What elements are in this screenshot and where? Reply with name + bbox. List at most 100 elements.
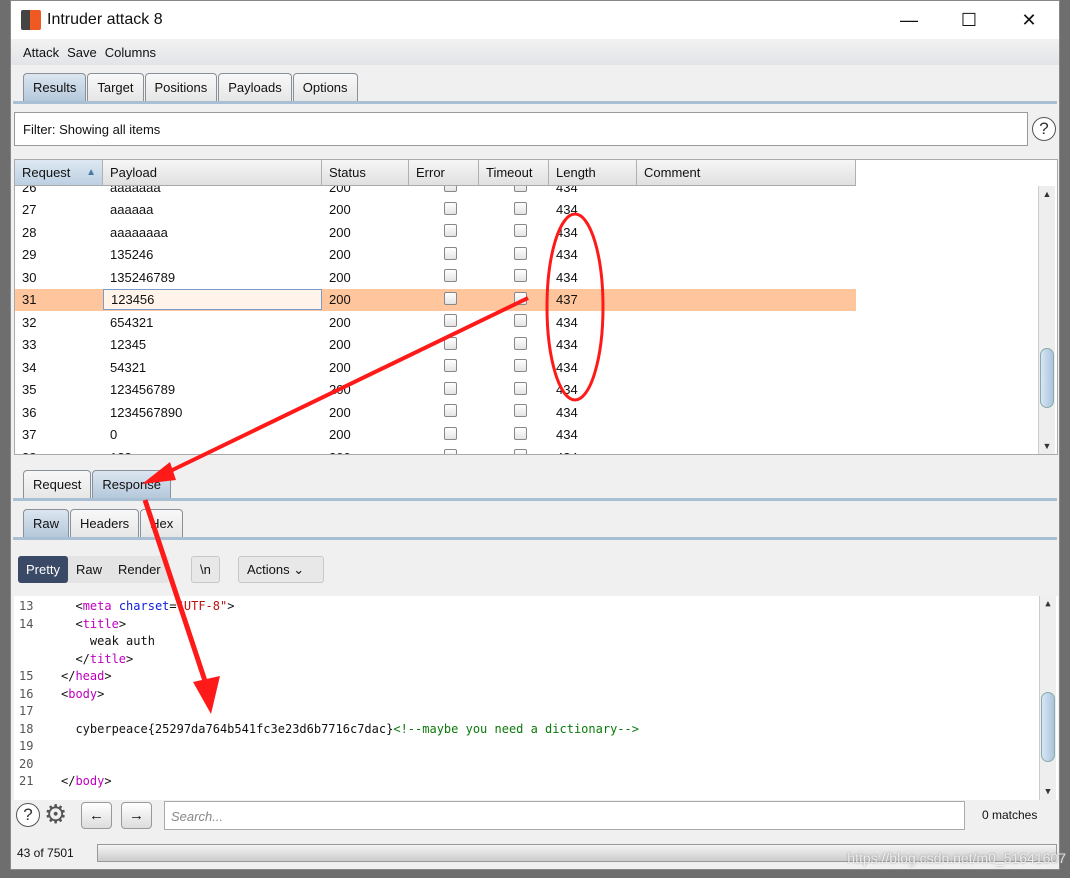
checkbox[interactable]: [444, 449, 457, 454]
timeout-checkbox[interactable]: [479, 201, 549, 218]
timeout-checkbox[interactable]: [479, 224, 549, 240]
checkbox[interactable]: [514, 224, 527, 238]
maximize-button[interactable]: ☐: [939, 1, 999, 39]
table-scrollbar[interactable]: ▲ ▼: [1038, 186, 1055, 454]
error-checkbox[interactable]: [409, 314, 479, 330]
checkbox[interactable]: [444, 426, 457, 440]
error-checkbox[interactable]: [409, 336, 479, 353]
table-row[interactable]: 38123qwe200 434: [15, 446, 856, 454]
column-timeout[interactable]: Timeout: [479, 160, 549, 185]
table-row[interactable]: 37 0 200 434: [15, 424, 856, 447]
menu-save[interactable]: Save: [67, 45, 97, 60]
menu-columns[interactable]: Columns: [105, 45, 156, 60]
tab-hex[interactable]: Hex: [140, 509, 184, 537]
search-input[interactable]: Search...: [164, 801, 965, 830]
table-row[interactable]: 29 135246 200 434: [15, 244, 856, 267]
help-icon[interactable]: ?: [16, 803, 40, 827]
timeout-checkbox[interactable]: [479, 246, 549, 263]
table-row[interactable]: 27 aaaaaa 200 434: [15, 199, 856, 222]
checkbox[interactable]: [444, 381, 457, 395]
timeout-checkbox[interactable]: [479, 291, 549, 308]
minimize-button[interactable]: —: [879, 1, 939, 39]
error-checkbox[interactable]: [409, 359, 479, 375]
response-editor[interactable]: ▲ ▼ 13 <meta charset="UTF-8"> 14 <title> …: [14, 596, 1058, 800]
previous-match-button[interactable]: ←: [81, 802, 112, 829]
error-checkbox[interactable]: [409, 246, 479, 263]
checkbox[interactable]: [514, 269, 527, 283]
error-checkbox[interactable]: [409, 404, 479, 420]
tab-response[interactable]: Response: [92, 470, 171, 498]
timeout-checkbox[interactable]: [479, 336, 549, 353]
checkbox[interactable]: [514, 359, 527, 373]
checkbox[interactable]: [444, 269, 457, 283]
checkbox[interactable]: [514, 246, 527, 260]
timeout-checkbox[interactable]: [479, 269, 549, 285]
scroll-down-icon[interactable]: ▼: [1039, 438, 1055, 454]
table-row[interactable]: 35 123456789 200 434: [15, 379, 856, 402]
error-checkbox[interactable]: [409, 201, 479, 218]
checkbox[interactable]: [444, 404, 457, 418]
table-row[interactable]: 31 123456 200 437: [15, 288, 856, 311]
table-row[interactable]: 32 654321 200 434: [15, 311, 856, 334]
filter-bar[interactable]: Filter: Showing all items: [14, 112, 1028, 146]
scroll-thumb[interactable]: [1041, 692, 1055, 762]
checkbox[interactable]: [444, 246, 457, 260]
column-request[interactable]: Request ▲: [15, 160, 103, 185]
actions-dropdown[interactable]: Actions ⌄: [238, 556, 324, 583]
raw-button[interactable]: Raw: [68, 556, 110, 583]
column-length[interactable]: Length: [549, 160, 637, 185]
checkbox[interactable]: [514, 291, 527, 305]
checkbox[interactable]: [444, 314, 457, 328]
tab-target[interactable]: Target: [87, 73, 144, 101]
help-icon[interactable]: ?: [1032, 117, 1056, 141]
checkbox[interactable]: [444, 359, 457, 373]
render-button[interactable]: Render: [110, 556, 169, 583]
checkbox[interactable]: [514, 381, 527, 395]
tab-request[interactable]: Request: [23, 470, 92, 498]
checkbox[interactable]: [514, 336, 527, 350]
table-row[interactable]: 34 54321 200 434: [15, 356, 856, 379]
error-checkbox[interactable]: [409, 381, 479, 398]
checkbox[interactable]: [444, 291, 457, 305]
settings-gear-icon[interactable]: ⚙: [44, 799, 67, 830]
pretty-button[interactable]: Pretty: [18, 556, 68, 583]
checkbox[interactable]: [514, 314, 527, 328]
timeout-checkbox[interactable]: [479, 359, 549, 375]
column-error[interactable]: Error: [409, 160, 479, 185]
close-button[interactable]: ✕: [999, 1, 1059, 39]
checkbox[interactable]: [514, 404, 527, 418]
scroll-down-icon[interactable]: ▼: [1040, 784, 1056, 800]
column-status[interactable]: Status: [322, 160, 409, 185]
checkbox[interactable]: [444, 224, 457, 238]
table-row[interactable]: 28 aaaaaaaa 200 434: [15, 221, 856, 244]
tab-results[interactable]: Results: [23, 73, 87, 101]
scroll-up-icon[interactable]: ▲: [1039, 186, 1055, 202]
newline-toggle[interactable]: \n: [191, 556, 220, 583]
checkbox[interactable]: [444, 336, 457, 350]
checkbox[interactable]: [514, 426, 527, 440]
tab-positions[interactable]: Positions: [144, 73, 218, 101]
tab-headers[interactable]: Headers: [70, 509, 140, 537]
timeout-checkbox[interactable]: [479, 381, 549, 398]
column-comment[interactable]: Comment: [637, 160, 856, 185]
next-match-button[interactable]: →: [121, 802, 152, 829]
timeout-checkbox[interactable]: [479, 314, 549, 330]
error-checkbox[interactable]: [409, 224, 479, 240]
error-checkbox[interactable]: [409, 449, 479, 454]
scroll-up-icon[interactable]: ▲: [1040, 596, 1056, 612]
tab-raw[interactable]: Raw: [23, 509, 70, 537]
checkbox[interactable]: [514, 449, 527, 454]
table-row[interactable]: 33 12345 200 434: [15, 334, 856, 357]
timeout-checkbox[interactable]: [479, 426, 549, 443]
editor-scrollbar[interactable]: ▲ ▼: [1039, 596, 1056, 800]
checkbox[interactable]: [444, 201, 457, 215]
menu-attack[interactable]: Attack: [23, 45, 59, 60]
error-checkbox[interactable]: [409, 269, 479, 285]
error-checkbox[interactable]: [409, 291, 479, 308]
scroll-thumb[interactable]: [1040, 348, 1054, 408]
error-checkbox[interactable]: [409, 426, 479, 443]
checkbox[interactable]: [514, 201, 527, 215]
timeout-checkbox[interactable]: [479, 449, 549, 454]
table-row[interactable]: 30 135246789 200 434: [15, 266, 856, 289]
tab-options[interactable]: Options: [292, 73, 358, 101]
